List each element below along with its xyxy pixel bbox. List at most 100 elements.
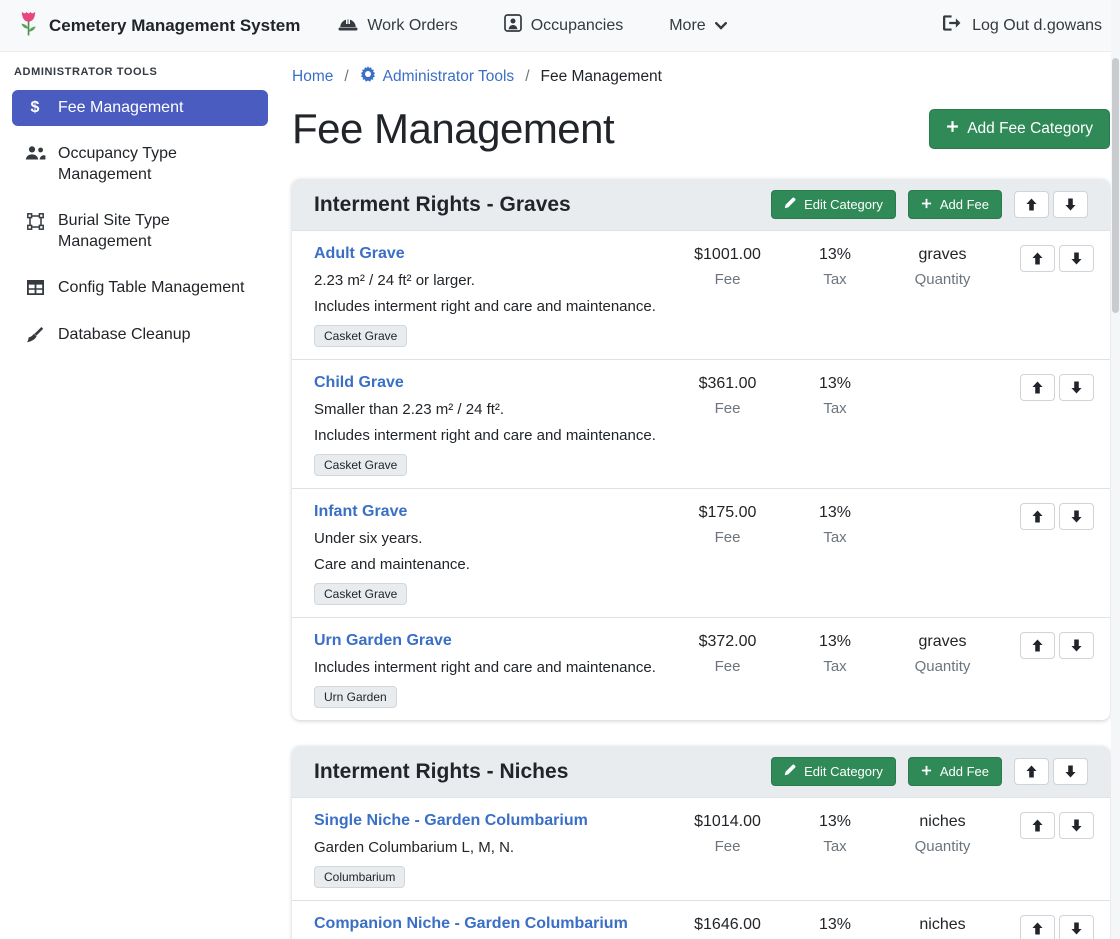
nav-more[interactable]: More [669,17,726,35]
nav-occupancies-label: Occupancies [531,17,624,35]
pencil-icon [784,197,796,212]
move-category-down-button[interactable] [1053,758,1088,785]
scrollbar-thumb[interactable] [1112,58,1119,313]
fee-description: Care and maintenance. [314,556,662,573]
add-fee-label: Add Fee [940,197,989,212]
fee-amount: $1014.00 [670,813,785,831]
fee-tax: 13% [785,813,885,831]
fee-row: Infant Grave Under six years.Care and ma… [292,488,1110,617]
move-fee-down-button[interactable] [1059,374,1094,401]
plus-icon [921,197,932,212]
move-fee-up-button[interactable] [1020,503,1055,530]
breadcrumb-separator: / [525,68,529,86]
sidebar-item-occupancy-type-management[interactable]: Occupancy Type Management [12,136,268,193]
category-actions: Edit Category Add Fee [771,757,1088,786]
fee-quantity-label: Quantity [885,838,1000,855]
breadcrumb-current: Fee Management [541,68,663,86]
fee-name-link[interactable]: Adult Grave [314,245,662,263]
chevron-down-icon [715,17,727,35]
move-category-up-button[interactable] [1014,758,1049,785]
fee-type-badge: Columbarium [314,866,405,888]
fee-quantity-col: graves Quantity [885,245,1000,288]
fee-reorder-buttons [1000,812,1094,839]
move-fee-up-button[interactable] [1020,245,1055,272]
fee-amount-col: $1646.00 Fee [670,915,785,939]
fee-tax: 13% [785,375,885,393]
fee-descriptions: 2.23 m² / 24 ft² or larger.Includes inte… [314,272,662,315]
add-fee-category-button[interactable]: Add Fee Category [929,109,1110,149]
move-fee-up-button[interactable] [1020,915,1055,939]
fee-category-card: Interment Rights - Graves Edit Category … [292,179,1110,720]
app-title: Cemetery Management System [49,16,300,36]
hard-hat-icon [338,15,358,37]
move-fee-down-button[interactable] [1059,245,1094,272]
nav-occupancies[interactable]: Occupancies [504,14,624,37]
move-fee-up-button[interactable] [1020,632,1055,659]
fee-amount-label: Fee [670,271,785,288]
logout-button[interactable]: Log Out d.gowans [943,15,1102,36]
fee-quantity-unit: graves [885,246,1000,264]
sidebar-item-burial-site-type-management[interactable]: Burial Site Type Management [12,203,268,260]
add-fee-button[interactable]: Add Fee [908,757,1002,786]
fee-amount-col: $1001.00 Fee [670,245,785,288]
category-reorder-buttons [1014,191,1088,218]
fee-type-badge: Casket Grave [314,325,407,347]
move-fee-up-button[interactable] [1020,812,1055,839]
move-category-up-button[interactable] [1014,191,1049,218]
sidebar-item-fee-management[interactable]: $ Fee Management [12,90,268,126]
fee-reorder-buttons [1000,915,1094,939]
app-brand[interactable]: Cemetery Management System [18,10,300,42]
edit-category-button[interactable]: Edit Category [771,757,896,786]
fee-name-link[interactable]: Infant Grave [314,503,662,521]
edit-category-button[interactable]: Edit Category [771,190,896,219]
sidebar: ADMINISTRATOR TOOLS $ Fee Management Occ… [0,52,280,939]
fee-row: Single Niche - Garden Columbarium Garden… [292,797,1110,900]
fee-category-card: Interment Rights - Niches Edit Category … [292,746,1110,939]
fee-description: Includes interment right and care and ma… [314,659,662,676]
nav-work-orders-label: Work Orders [367,17,457,35]
fee-tax-label: Tax [785,658,885,675]
fee-tax: 13% [785,633,885,651]
category-title: Interment Rights - Graves [314,193,771,217]
edit-category-label: Edit Category [804,764,883,779]
fee-tax-label: Tax [785,400,885,417]
fee-tax-col: 13% Tax [785,245,885,288]
fee-tax-col: 13% Tax [785,632,885,675]
fee-quantity-label: Quantity [885,271,1000,288]
fee-name-link[interactable]: Companion Niche - Garden Columbarium [314,915,662,933]
fee-name-link[interactable]: Child Grave [314,374,662,392]
fee-quantity-label: Quantity [885,658,1000,675]
plus-icon [946,120,959,138]
fee-info: Single Niche - Garden Columbarium Garden… [314,812,670,888]
breadcrumb-home-link[interactable]: Home [292,68,333,86]
fee-description: 2.23 m² / 24 ft² or larger. [314,272,662,289]
sidebar-item-config-table-management[interactable]: Config Table Management [12,270,268,306]
fee-type-badge: Casket Grave [314,454,407,476]
move-fee-down-button[interactable] [1059,812,1094,839]
category-header: Interment Rights - Niches Edit Category … [292,746,1110,797]
fee-name-link[interactable]: Single Niche - Garden Columbarium [314,812,662,830]
fee-tax-label: Tax [785,271,885,288]
move-fee-down-button[interactable] [1059,915,1094,939]
fee-reorder-buttons [1000,245,1094,272]
category-actions: Edit Category Add Fee [771,190,1088,219]
category-title: Interment Rights - Niches [314,760,771,784]
move-category-down-button[interactable] [1053,191,1088,218]
add-fee-button[interactable]: Add Fee [908,190,1002,219]
fee-amount: $1001.00 [670,246,785,264]
sidebar-item-database-cleanup[interactable]: Database Cleanup [12,317,268,353]
move-fee-down-button[interactable] [1059,632,1094,659]
fee-reorder-buttons [1000,374,1094,401]
fee-amount-col: $361.00 Fee [670,374,785,417]
fee-name-link[interactable]: Urn Garden Grave [314,632,662,650]
breadcrumb-admin-tools-link[interactable]: Administrator Tools [360,66,515,87]
move-fee-down-button[interactable] [1059,503,1094,530]
logout-label: Log Out d.gowans [972,17,1102,35]
nav-more-label: More [669,17,705,35]
fee-descriptions: Includes interment right and care and ma… [314,659,662,676]
move-fee-up-button[interactable] [1020,374,1055,401]
nav-work-orders[interactable]: Work Orders [338,15,457,37]
fee-list: Adult Grave 2.23 m² / 24 ft² or larger.I… [292,230,1110,720]
gear-icon [360,66,376,87]
vertical-scrollbar[interactable] [1111,0,1120,939]
